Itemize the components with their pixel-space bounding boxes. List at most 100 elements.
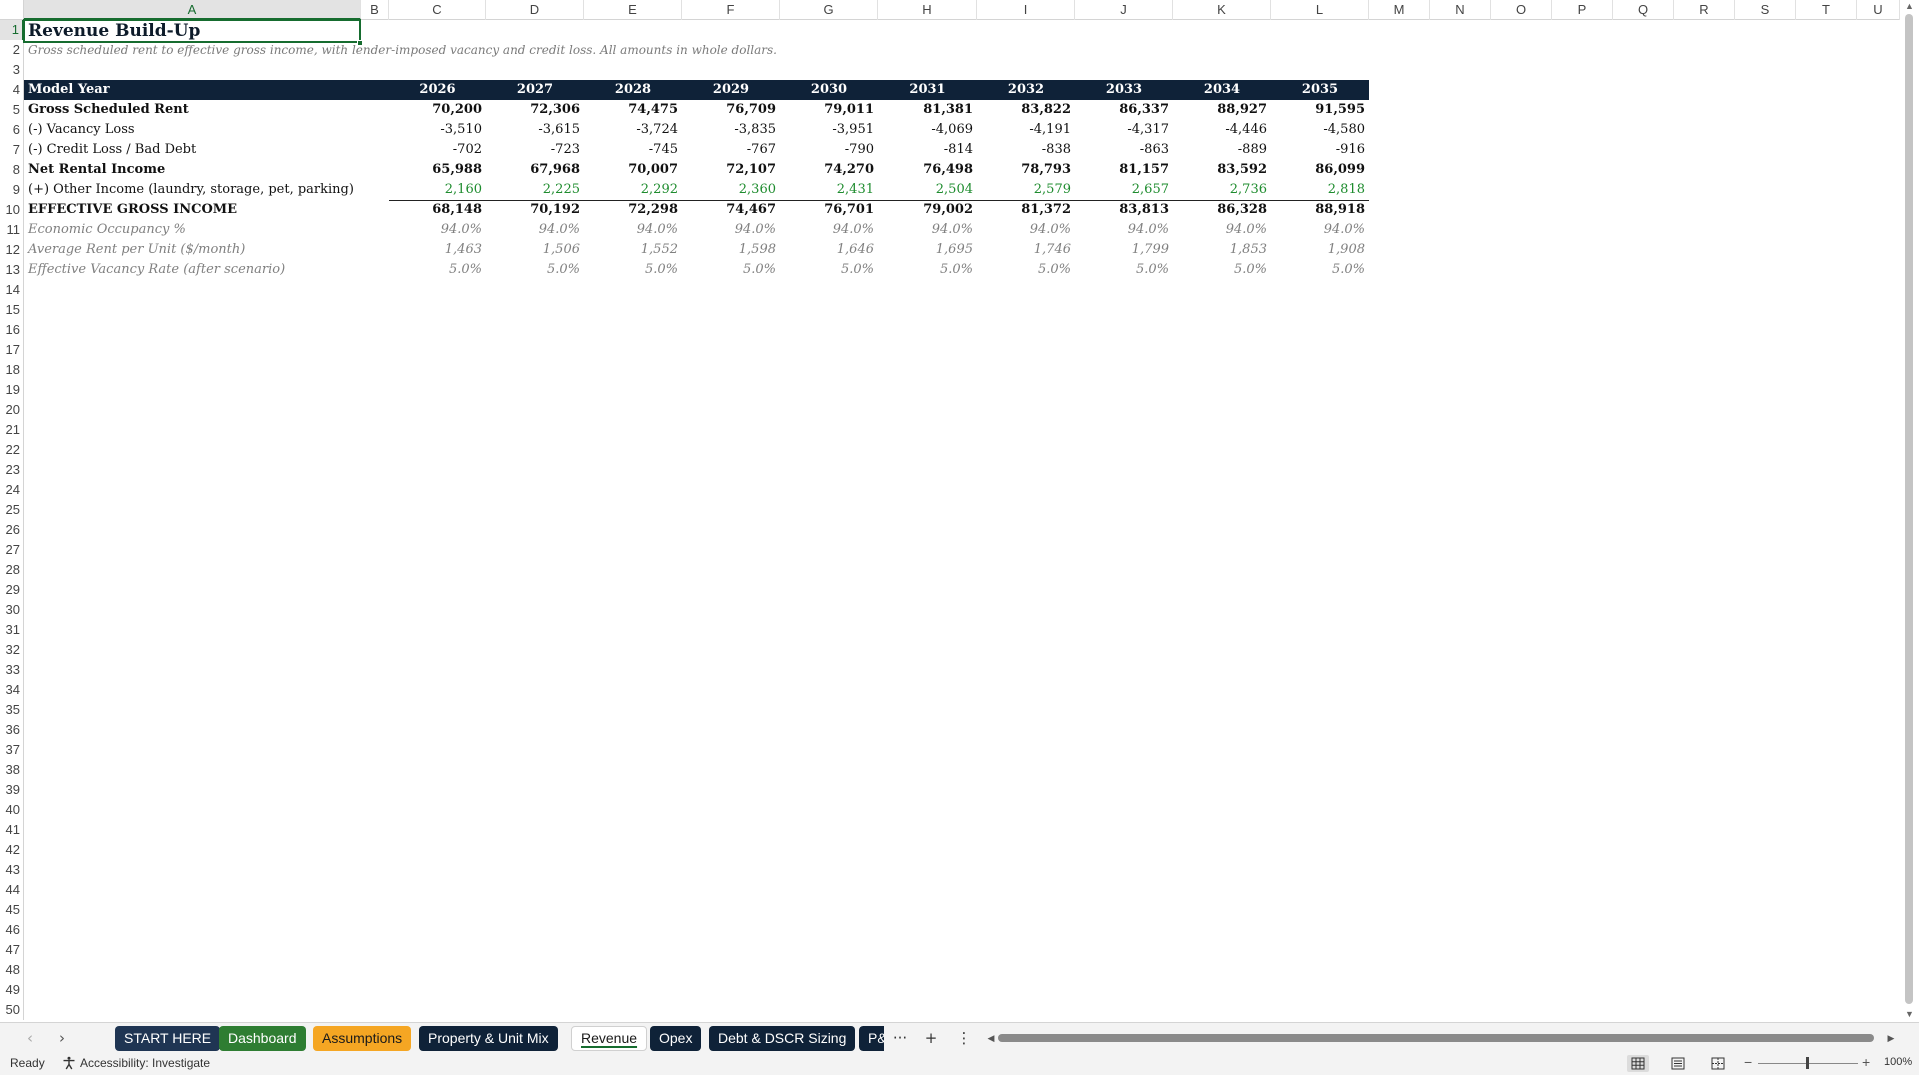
value-cell[interactable]: 79,011 (780, 100, 878, 120)
value-cell[interactable]: 65,988 (389, 160, 486, 180)
value-cell[interactable]: 5.0% (977, 260, 1075, 280)
value-cell[interactable]: 94.0% (389, 220, 486, 240)
value-cell[interactable]: 2,160 (389, 180, 486, 200)
column-header-f[interactable]: F (682, 0, 780, 20)
value-cell[interactable]: 74,467 (682, 200, 780, 220)
value-cell[interactable]: 1,746 (977, 240, 1075, 260)
sheet-tab[interactable]: Revenue (571, 1026, 648, 1051)
zoom-out-button[interactable]: − (1744, 1054, 1752, 1070)
value-cell[interactable]: 94.0% (1271, 220, 1369, 240)
value-cell[interactable]: -702 (389, 140, 486, 160)
value-cell[interactable]: 5.0% (584, 260, 682, 280)
vertical-scroll-thumb[interactable] (1905, 14, 1913, 1004)
column-header-l[interactable]: L (1271, 0, 1369, 20)
row-header-47[interactable]: 47 (0, 940, 24, 960)
value-cell[interactable]: 81,157 (1075, 160, 1173, 180)
column-header-a[interactable]: A (24, 0, 361, 20)
column-header-m[interactable]: M (1369, 0, 1430, 20)
column-header-g[interactable]: G (780, 0, 878, 20)
value-cell[interactable]: 1,646 (780, 240, 878, 260)
value-cell[interactable]: 94.0% (486, 220, 584, 240)
sheet-options-icon[interactable]: ⋮ (953, 1028, 975, 1048)
value-cell[interactable]: 88,927 (1173, 100, 1271, 120)
sheet-tab[interactable]: START HERE (115, 1026, 221, 1051)
value-cell[interactable]: 2,360 (682, 180, 780, 200)
value-cell[interactable]: 79,002 (878, 200, 977, 220)
row-label[interactable]: Effective Vacancy Rate (after scenario) (24, 260, 289, 280)
value-cell[interactable]: 67,968 (486, 160, 584, 180)
row-header-39[interactable]: 39 (0, 780, 24, 800)
column-header-c[interactable]: C (389, 0, 486, 20)
page-layout-view-button[interactable] (1667, 1055, 1689, 1072)
row-label[interactable]: (-) Vacancy Loss (24, 120, 139, 140)
row-header-30[interactable]: 30 (0, 600, 24, 620)
value-cell[interactable]: 1,695 (878, 240, 977, 260)
value-cell[interactable]: 78,793 (977, 160, 1075, 180)
value-cell[interactable]: -889 (1173, 140, 1271, 160)
row-header-6[interactable]: 6 (0, 120, 24, 140)
value-cell[interactable]: -767 (682, 140, 780, 160)
column-header-s[interactable]: S (1735, 0, 1796, 20)
value-cell[interactable]: 5.0% (1075, 260, 1173, 280)
value-cell[interactable]: 70,007 (584, 160, 682, 180)
value-cell[interactable]: 83,822 (977, 100, 1075, 120)
page-break-view-button[interactable] (1707, 1055, 1729, 1072)
year-header-cell[interactable]: 2026 (389, 80, 486, 100)
row-header-5[interactable]: 5 (0, 100, 24, 120)
value-cell[interactable]: -3,510 (389, 120, 486, 140)
value-cell[interactable]: 2,736 (1173, 180, 1271, 200)
row-header-21[interactable]: 21 (0, 420, 24, 440)
horizontal-scroll-track[interactable] (998, 1034, 1884, 1042)
value-cell[interactable]: -4,069 (878, 120, 977, 140)
zoom-in-button[interactable]: + (1862, 1054, 1870, 1070)
value-cell[interactable]: -916 (1271, 140, 1369, 160)
row-header-7[interactable]: 7 (0, 140, 24, 160)
row-header-2[interactable]: 2 (0, 40, 24, 60)
value-cell[interactable]: 2,292 (584, 180, 682, 200)
row-header-49[interactable]: 49 (0, 980, 24, 1000)
vertical-scrollbar[interactable]: ▲ ▼ (1900, 0, 1919, 1022)
row-header-25[interactable]: 25 (0, 500, 24, 520)
row-header-35[interactable]: 35 (0, 700, 24, 720)
row-label[interactable]: (-) Credit Loss / Bad Debt (24, 140, 200, 160)
sheet-subtitle[interactable]: Gross scheduled rent to effective gross … (24, 40, 781, 60)
value-cell[interactable]: 1,552 (584, 240, 682, 260)
scroll-left-arrow-icon[interactable]: ◀ (986, 1031, 996, 1045)
row-header-8[interactable]: 8 (0, 160, 24, 180)
value-cell[interactable]: 2,657 (1075, 180, 1173, 200)
accessibility-status[interactable]: Accessibility: Investigate (62, 1056, 210, 1070)
year-header-cell[interactable]: 2030 (780, 80, 878, 100)
row-header-48[interactable]: 48 (0, 960, 24, 980)
value-cell[interactable]: 72,107 (682, 160, 780, 180)
value-cell[interactable]: 5.0% (389, 260, 486, 280)
scroll-up-arrow-icon[interactable]: ▲ (1903, 0, 1916, 13)
column-header-e[interactable]: E (584, 0, 682, 20)
sheet-tab[interactable]: Assumptions (313, 1026, 412, 1051)
horizontal-scrollbar[interactable]: ◀ ▶ (986, 1033, 1896, 1043)
value-cell[interactable]: -863 (1075, 140, 1173, 160)
value-cell[interactable]: 2,431 (780, 180, 878, 200)
value-cell[interactable]: 72,298 (584, 200, 682, 220)
row-header-1[interactable]: 1 (0, 20, 24, 40)
year-header-cell[interactable]: 2028 (584, 80, 682, 100)
row-header-50[interactable]: 50 (0, 1000, 24, 1020)
value-cell[interactable]: -4,191 (977, 120, 1075, 140)
value-cell[interactable]: 83,592 (1173, 160, 1271, 180)
value-cell[interactable]: 70,192 (486, 200, 584, 220)
value-cell[interactable]: -4,446 (1173, 120, 1271, 140)
column-header-r[interactable]: R (1674, 0, 1735, 20)
normal-view-button[interactable] (1627, 1055, 1649, 1072)
row-header-45[interactable]: 45 (0, 900, 24, 920)
value-cell[interactable]: 94.0% (780, 220, 878, 240)
value-cell[interactable]: 94.0% (584, 220, 682, 240)
row-label[interactable]: Economic Occupancy % (24, 220, 190, 240)
row-header-3[interactable]: 3 (0, 60, 24, 80)
column-header-h[interactable]: H (878, 0, 977, 20)
value-cell[interactable]: -3,615 (486, 120, 584, 140)
value-cell[interactable]: 81,381 (878, 100, 977, 120)
value-cell[interactable]: 74,270 (780, 160, 878, 180)
value-cell[interactable]: 94.0% (1075, 220, 1173, 240)
model-year-label[interactable]: Model Year (24, 80, 114, 100)
value-cell[interactable]: 1,853 (1173, 240, 1271, 260)
value-cell[interactable]: -4,317 (1075, 120, 1173, 140)
